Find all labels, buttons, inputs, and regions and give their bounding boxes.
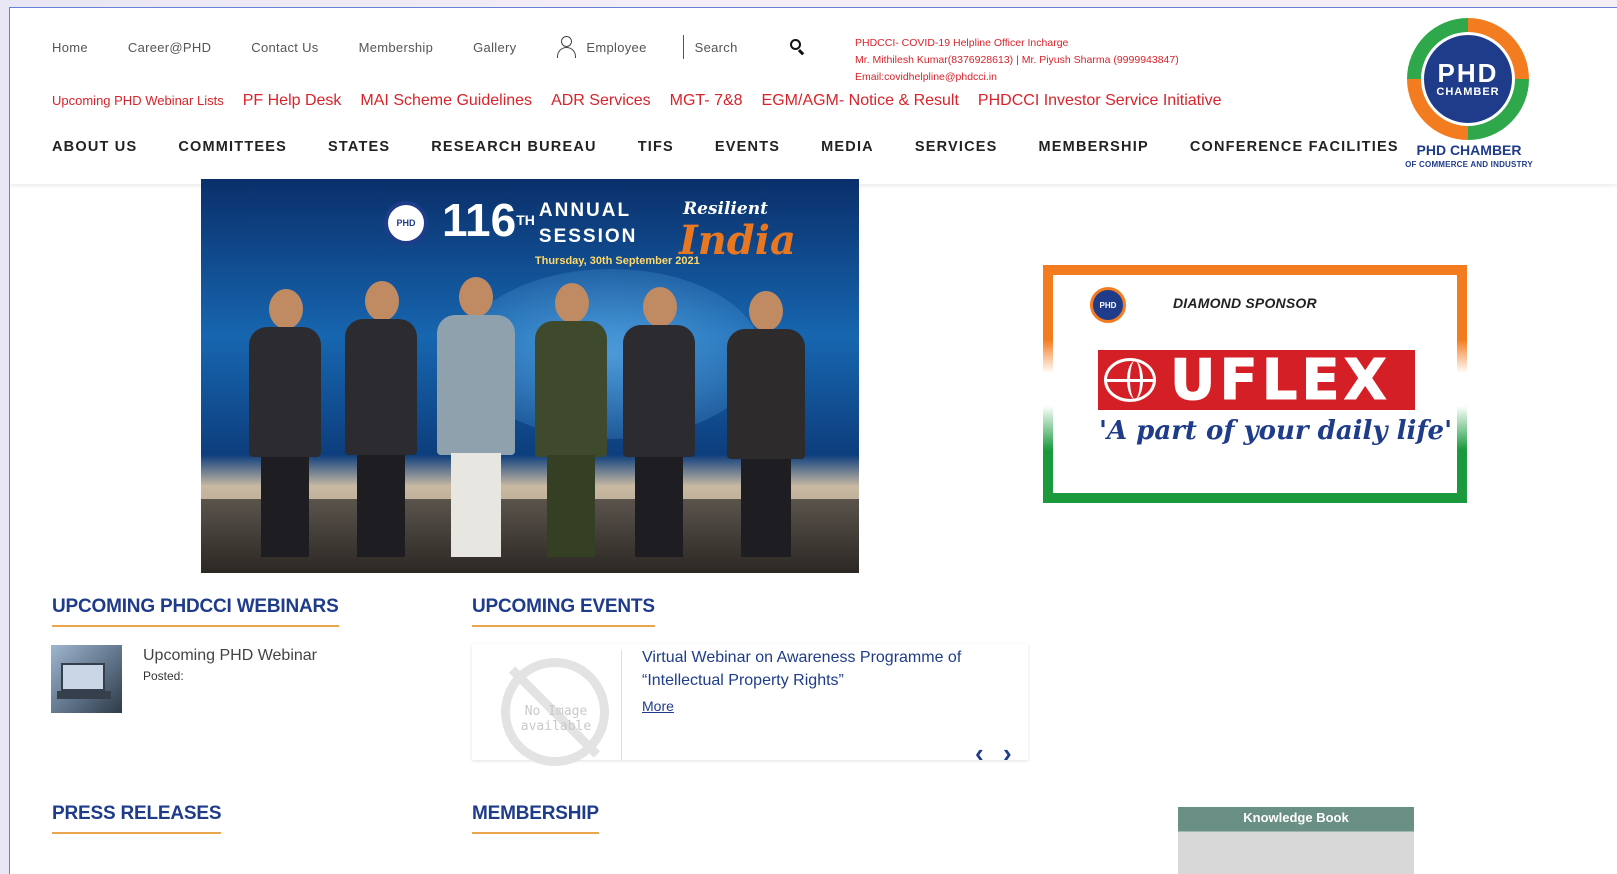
link-egm-agm[interactable]: EGM/AGM- Notice & Result [762, 92, 959, 110]
site-header: Home Career@PHD Contact Us Membership Ga… [10, 8, 1617, 184]
user-icon [556, 36, 577, 58]
nav-services[interactable]: SERVICES [915, 139, 998, 155]
top-link-membership[interactable]: Membership [359, 40, 434, 55]
annual-session-banner[interactable]: PHD 116TH ANNUAL SESSION Thursday, 30th … [201, 179, 859, 573]
webinar-title-link[interactable]: Upcoming PHD Webinar [143, 647, 317, 665]
logo-chamber-text: CHAMBER [1436, 86, 1500, 98]
quick-links: Upcoming PHD Webinar Lists PF Help Desk … [52, 92, 1241, 110]
diamond-sponsor-ad[interactable]: PHD DIAMOND SPONSOR UFLEX 'A part of you… [1043, 265, 1467, 503]
top-link-home[interactable]: Home [52, 40, 88, 55]
press-releases-heading: PRESS RELEASES [52, 803, 222, 834]
main-nav: ABOUT US COMMITTEES STATES RESEARCH BURE… [52, 139, 1440, 155]
helpline-line-1: PHDCCI- COVID-19 Helpline Officer Inchar… [855, 37, 1069, 49]
banner-annual: ANNUAL [538, 200, 632, 221]
uflex-wordmark: UFLEX [1170, 347, 1391, 413]
person-figure [433, 277, 519, 559]
webinar-posted: Posted: [143, 669, 184, 683]
membership-heading: MEMBERSHIP [472, 803, 599, 834]
uflex-logo: UFLEX [1098, 347, 1415, 413]
knowledge-book-label: Knowledge Book [1243, 810, 1349, 825]
nav-conference-facilities[interactable]: CONFERENCE FACILITIES [1190, 139, 1399, 155]
link-mai-scheme[interactable]: MAI Scheme Guidelines [360, 92, 532, 110]
nav-membership[interactable]: MEMBERSHIP [1039, 139, 1149, 155]
person-figure [723, 291, 809, 559]
top-links: Home Career@PHD Contact Us Membership Ga… [52, 35, 806, 59]
top-link-contact[interactable]: Contact Us [251, 40, 318, 55]
top-link-career[interactable]: Career@PHD [128, 40, 211, 55]
chevron-right-icon[interactable]: › [1003, 738, 1012, 769]
person-figure [531, 283, 611, 559]
banner-resilient: Resilient [683, 199, 768, 219]
event-more-link[interactable]: More [642, 698, 674, 714]
nav-states[interactable]: STATES [328, 139, 390, 155]
sponsor-tagline: 'A part of your daily life' [1099, 416, 1453, 446]
nav-events[interactable]: EVENTS [715, 139, 780, 155]
logo-name: PHD CHAMBER [1416, 142, 1522, 158]
search-label[interactable]: Search [695, 40, 738, 55]
sponsor-phd-logo: PHD [1090, 287, 1126, 323]
nav-research-bureau[interactable]: RESEARCH BUREAU [431, 139, 596, 155]
nav-tifs[interactable]: TIFS [638, 139, 674, 155]
helpline-email[interactable]: Email:covidhelpline@phdcci.in [855, 69, 1179, 86]
logo-seal: PHD CHAMBER [1421, 32, 1515, 126]
person-figure [341, 281, 421, 559]
link-upcoming-webinar-lists[interactable]: Upcoming PHD Webinar Lists [52, 93, 224, 108]
webinar-thumbnail[interactable] [51, 645, 122, 713]
page-frame: Home Career@PHD Contact Us Membership Ga… [9, 7, 1617, 874]
banner-session: SESSION [538, 226, 638, 247]
sponsor-label: DIAMOND SPONSOR [1173, 295, 1317, 311]
banner-title: PHD 116TH ANNUAL SESSION Thursday, 30th … [384, 195, 700, 267]
no-image-text: No Image available [520, 704, 592, 734]
nav-about-us[interactable]: ABOUT US [52, 139, 137, 155]
banner-phd-logo: PHD [384, 201, 428, 245]
logo-phd-text: PHD [1437, 58, 1499, 88]
helpline-line-2: Mr. Mithilesh Kumar(8376928613) | Mr. Pi… [855, 54, 1179, 66]
top-link-gallery[interactable]: Gallery [473, 40, 516, 55]
nav-committees[interactable]: COMMITTEES [178, 139, 287, 155]
search-icon[interactable] [789, 39, 806, 56]
covid-helpline: PHDCCI- COVID-19 Helpline Officer Inchar… [855, 35, 1179, 86]
link-investor-service[interactable]: PHDCCI Investor Service Initiative [978, 92, 1222, 110]
no-image-placeholder: No Image available [486, 650, 622, 766]
person-figure [245, 289, 325, 559]
chevron-left-icon[interactable]: ‹ [975, 738, 984, 769]
knowledge-book-banner[interactable]: Knowledge Book [1178, 807, 1414, 874]
employee-link[interactable]: Employee [556, 36, 646, 58]
person-figure [619, 287, 699, 559]
logo-subtitle: OF COMMERCE AND INDUSTRY [1405, 160, 1533, 169]
globe-icon [1104, 358, 1156, 402]
webinars-heading: UPCOMING PHDCCI WEBINARS [52, 596, 339, 627]
search-box[interactable]: Search [682, 35, 806, 59]
phd-chamber-logo[interactable]: PHD CHAMBER PHD CHAMBER OF COMMERCE AND … [1394, 14, 1544, 174]
event-title-link[interactable]: Virtual Webinar on Awareness Programme o… [642, 646, 1012, 692]
nav-media[interactable]: MEDIA [821, 139, 874, 155]
banner-india: India [679, 217, 796, 264]
link-mgt[interactable]: MGT- 7&8 [670, 92, 743, 110]
events-heading: UPCOMING EVENTS [472, 596, 655, 627]
laptop-icon [61, 663, 105, 691]
link-adr-services[interactable]: ADR Services [551, 92, 651, 110]
banner-session-number: 116TH [442, 194, 535, 246]
banner-date: Thursday, 30th September 2021 [534, 255, 700, 267]
employee-label: Employee [586, 39, 647, 55]
link-pf-help-desk[interactable]: PF Help Desk [243, 92, 342, 110]
